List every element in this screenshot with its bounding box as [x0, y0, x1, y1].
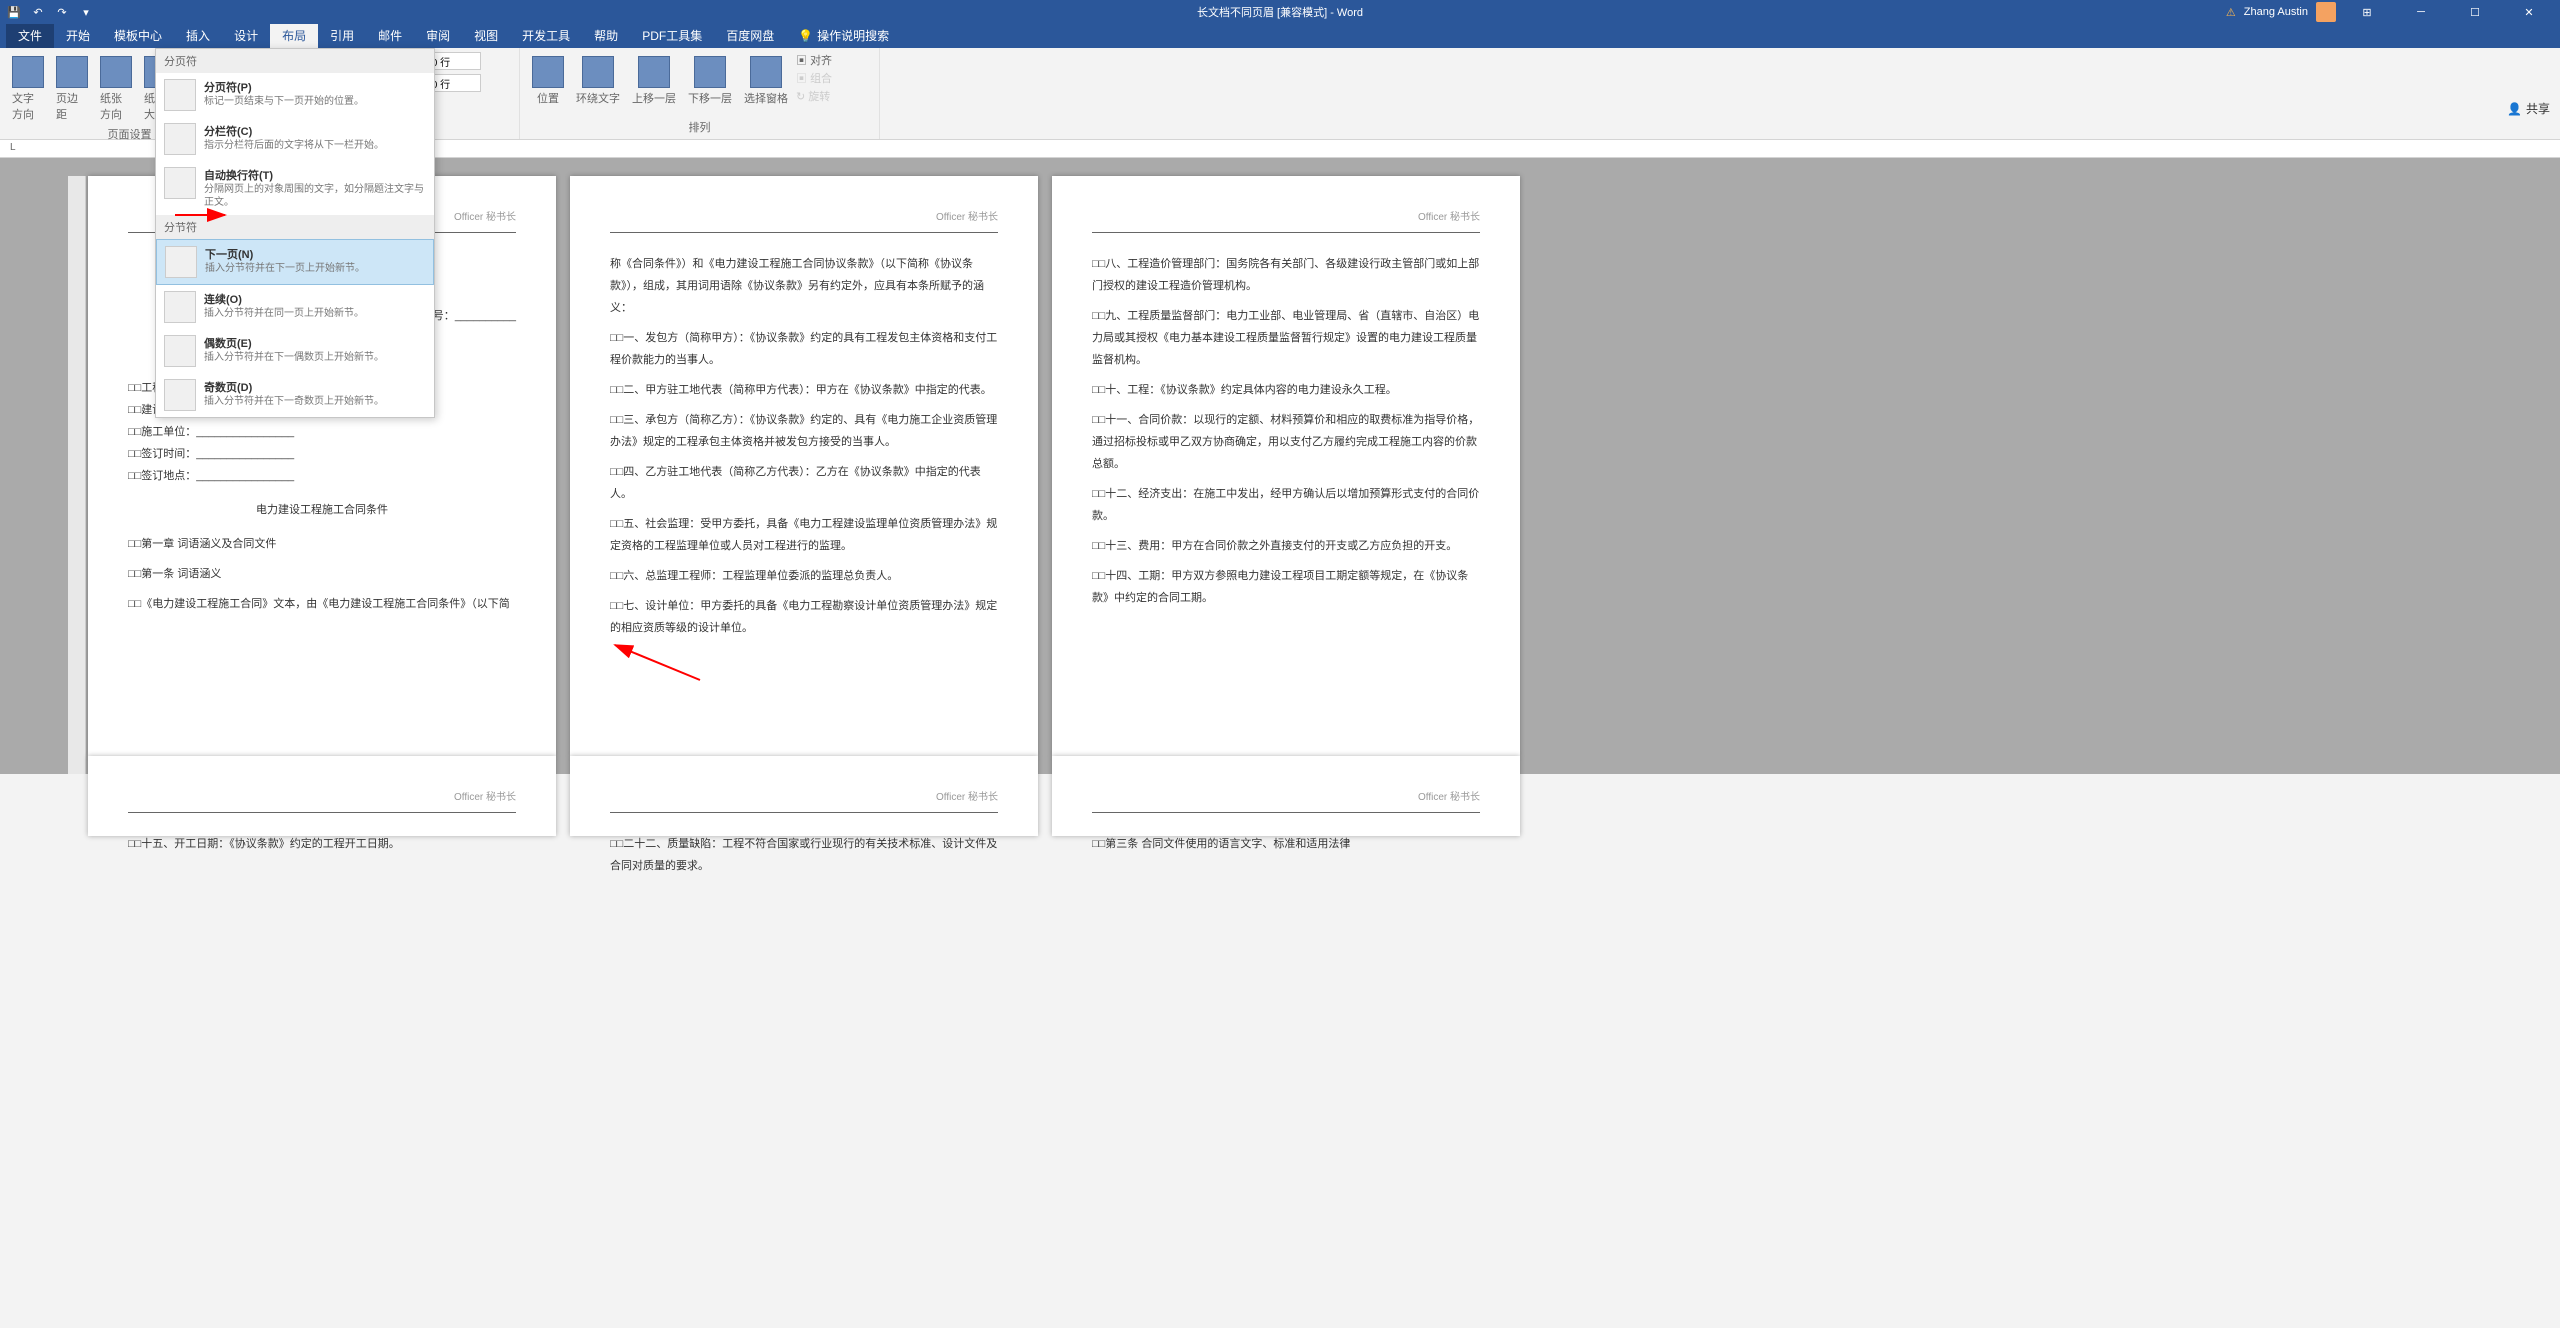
maximize-button[interactable]: ☐: [2452, 0, 2498, 24]
tab-references[interactable]: 引用: [318, 23, 366, 48]
tab-view[interactable]: 视图: [462, 23, 510, 48]
user-warning-icon: ⚠: [2226, 6, 2236, 19]
document-title: 长文档不同页眉 [兼容模式] - Word: [1197, 4, 1363, 20]
arrange-label: 排列: [528, 119, 871, 135]
column-break-item[interactable]: 分栏符(C) 指示分栏符后面的文字将从下一栏开始。: [156, 117, 434, 161]
next-page-icon: [165, 246, 197, 278]
next-page-break-item[interactable]: 下一页(N) 插入分节符并在下一页上开始新节。: [156, 239, 434, 285]
text-direction-button[interactable]: 文字方向: [8, 52, 48, 126]
user-avatar[interactable]: [2316, 2, 2336, 22]
page-6: Officer 秘书长 □□第三条 合同文件使用的语言文字、标准和适用法律: [1052, 756, 1520, 836]
tab-file[interactable]: 文件: [6, 23, 54, 48]
lightbulb-icon: 💡: [798, 29, 813, 43]
tab-review[interactable]: 审阅: [414, 23, 462, 48]
tab-baidu[interactable]: 百度网盘: [714, 23, 786, 48]
continuous-icon: [164, 291, 196, 323]
spacing-before-input[interactable]: [431, 52, 481, 70]
even-page-break-item[interactable]: 偶数页(E) 插入分节符并在下一偶数页上开始新节。: [156, 329, 434, 373]
page-5: Officer 秘书长 □□二十二、质量缺陷：工程不符合国家或行业现行的有关技术…: [570, 756, 1038, 836]
page-break-item[interactable]: 分页符(P) 标记一页结束与下一页开始的位置。: [156, 73, 434, 117]
close-button[interactable]: ✕: [2506, 0, 2552, 24]
tab-developer[interactable]: 开发工具: [510, 23, 582, 48]
tab-pdf[interactable]: PDF工具集: [630, 23, 714, 48]
odd-page-break-item[interactable]: 奇数页(D) 插入分节符并在下一奇数页上开始新节。: [156, 373, 434, 417]
align-button[interactable]: ▣ 对齐: [796, 52, 832, 68]
tab-template[interactable]: 模板中心: [102, 23, 174, 48]
tab-design[interactable]: 设计: [222, 23, 270, 48]
ribbon-options-icon[interactable]: ⊞: [2344, 0, 2390, 24]
orientation-button[interactable]: 纸张方向: [96, 52, 136, 126]
tab-help[interactable]: 帮助: [582, 23, 630, 48]
undo-icon[interactable]: ↶: [30, 4, 46, 20]
tab-mailings[interactable]: 邮件: [366, 23, 414, 48]
breaks-menu: 分页符 分页符(P) 标记一页结束与下一页开始的位置。 分栏符(C) 指示分栏符…: [155, 48, 435, 418]
share-icon: 👤: [2507, 102, 2522, 116]
group-button[interactable]: ▣ 组合: [796, 70, 832, 86]
ribbon-tabs: 文件 开始 模板中心 插入 设计 布局 引用 邮件 审阅 视图 开发工具 帮助 …: [0, 24, 2560, 48]
save-icon[interactable]: 💾: [6, 4, 22, 20]
column-break-icon: [164, 123, 196, 155]
position-button[interactable]: 位置: [528, 52, 568, 110]
even-page-icon: [164, 335, 196, 367]
margins-button[interactable]: 页边距: [52, 52, 92, 126]
tell-me-search[interactable]: 💡 操作说明搜索: [786, 23, 901, 48]
selection-pane-button[interactable]: 选择窗格: [740, 52, 792, 110]
ruler-corner: L: [10, 142, 16, 153]
share-button[interactable]: 👤 共享: [2507, 100, 2550, 117]
page-breaks-header: 分页符: [156, 49, 434, 73]
tab-home[interactable]: 开始: [54, 23, 102, 48]
wrap-text-button[interactable]: 环绕文字: [572, 52, 624, 110]
redo-icon[interactable]: ↷: [54, 4, 70, 20]
rotate-button[interactable]: ↻ 旋转: [796, 88, 832, 104]
tab-layout[interactable]: 布局: [270, 23, 318, 48]
user-name: Zhang Austin: [2244, 6, 2308, 18]
spacing-after-input[interactable]: [431, 74, 481, 92]
send-backward-button[interactable]: 下移一层: [684, 52, 736, 110]
page-3: Officer 秘书长 □□八、工程造价管理部门：国务院各有关部门、各级建设行政…: [1052, 176, 1520, 756]
qat-more-icon[interactable]: ▾: [78, 4, 94, 20]
text-wrap-icon: [164, 167, 196, 199]
vertical-ruler[interactable]: [68, 176, 86, 774]
title-bar: 💾 ↶ ↷ ▾ 长文档不同页眉 [兼容模式] - Word ⚠ Zhang Au…: [0, 0, 2560, 24]
quick-access-toolbar: 💾 ↶ ↷ ▾: [0, 4, 94, 20]
text-wrap-break-item[interactable]: 自动换行符(T) 分隔网页上的对象周围的文字，如分隔题注文字与正文。: [156, 161, 434, 215]
page-2: Officer 秘书长 称《合同条件》）和《电力建设工程施工合同协议条款》（以下…: [570, 176, 1038, 756]
section-breaks-header: 分节符: [156, 215, 434, 239]
page-break-icon: [164, 79, 196, 111]
odd-page-icon: [164, 379, 196, 411]
bring-forward-button[interactable]: 上移一层: [628, 52, 680, 110]
page-4: Officer 秘书长 □□十五、开工日期：《协议条款》约定的工程开工日期。: [88, 756, 556, 836]
minimize-button[interactable]: ─: [2398, 0, 2444, 24]
tab-insert[interactable]: 插入: [174, 23, 222, 48]
continuous-break-item[interactable]: 连续(O) 插入分节符并在同一页上开始新节。: [156, 285, 434, 329]
